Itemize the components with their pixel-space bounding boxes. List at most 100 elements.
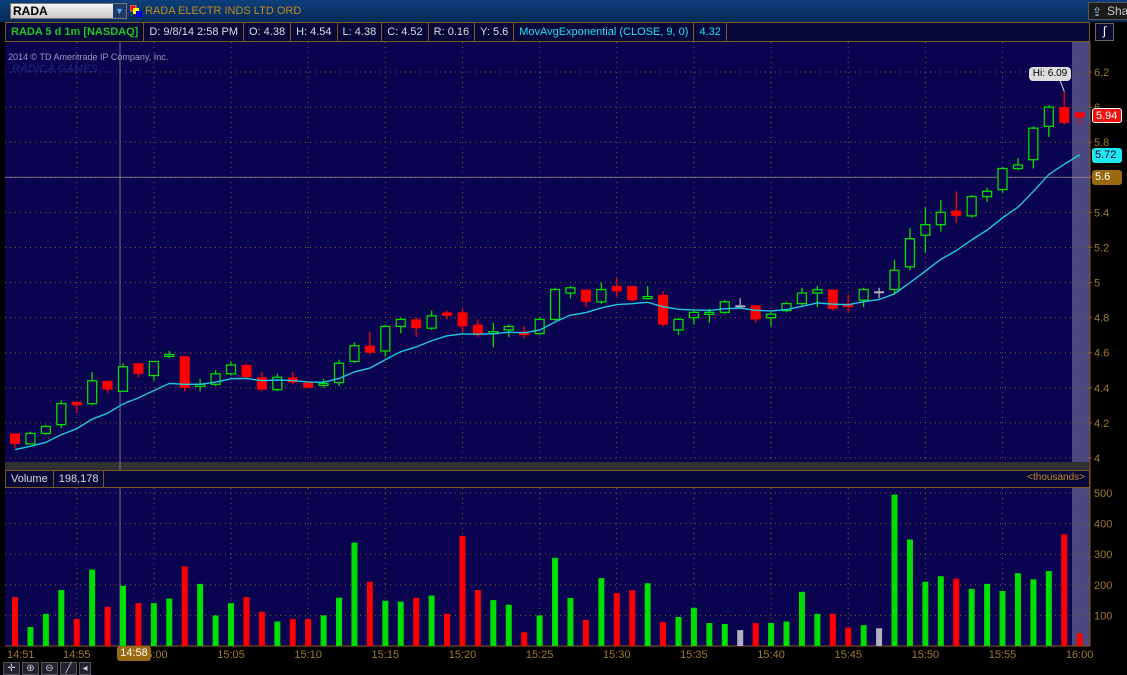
candle bbox=[241, 363, 252, 380]
zoom-out-icon[interactable]: ⊖ bbox=[41, 662, 58, 675]
candle-body bbox=[164, 353, 175, 358]
volume-bar bbox=[1061, 534, 1068, 646]
candle-body bbox=[1012, 164, 1024, 170]
volume-bar bbox=[953, 578, 960, 646]
candle-body bbox=[179, 356, 190, 388]
candle-body bbox=[627, 286, 638, 301]
candle bbox=[781, 301, 792, 313]
candle-body bbox=[796, 292, 808, 305]
volume-bar bbox=[12, 597, 18, 646]
volume-bar bbox=[243, 597, 250, 646]
candle-body bbox=[765, 313, 777, 319]
price-tick-label: 4.6 bbox=[1094, 348, 1109, 360]
volume-bar bbox=[613, 593, 620, 646]
candle-body bbox=[874, 291, 885, 294]
volume-bar bbox=[644, 583, 651, 646]
candle bbox=[534, 317, 545, 336]
candle-body bbox=[750, 305, 761, 320]
candle-body bbox=[642, 295, 653, 300]
candle-body bbox=[349, 345, 360, 363]
candle-body bbox=[256, 377, 267, 390]
volume-bar bbox=[1076, 633, 1083, 646]
candle-body bbox=[812, 288, 823, 294]
candle-body bbox=[981, 190, 993, 198]
candle-body bbox=[457, 312, 468, 327]
ema-value-badge: 5.72 bbox=[1092, 148, 1122, 163]
volume-bar bbox=[906, 539, 913, 646]
price-tick-label: 5.4 bbox=[1094, 207, 1109, 219]
candle-body bbox=[735, 305, 746, 308]
volume-bar bbox=[351, 542, 358, 646]
time-tick-label: 14:55 bbox=[63, 649, 91, 661]
volume-bar bbox=[922, 581, 929, 646]
future-area-shade-volume bbox=[1072, 488, 1090, 646]
candle-body bbox=[117, 366, 129, 392]
candle-body bbox=[87, 380, 98, 405]
candle-body bbox=[704, 311, 715, 316]
volume-units: <thousands> bbox=[1027, 472, 1085, 483]
candle-body bbox=[549, 288, 561, 321]
volume-bar bbox=[150, 603, 157, 646]
time-tick-label: 15:10 bbox=[294, 649, 322, 661]
price-tick-label: 5 bbox=[1094, 278, 1100, 290]
candle-body bbox=[148, 360, 160, 377]
time-tick-label: 15:40 bbox=[757, 649, 785, 661]
candle-body bbox=[1059, 107, 1070, 123]
volume-tick-label: 400 bbox=[1094, 519, 1112, 531]
candle-body bbox=[1043, 106, 1054, 128]
candle bbox=[658, 291, 669, 327]
future-area-shade bbox=[1072, 42, 1090, 462]
candle-body bbox=[442, 312, 453, 316]
cursor-price-badge: 5.6 bbox=[1092, 170, 1122, 185]
time-tick-label: 15:15 bbox=[372, 649, 400, 661]
chart-canvas[interactable]: 6.265.85.65.45.254.84.64.44.245004003002… bbox=[0, 0, 1127, 675]
candle bbox=[966, 194, 977, 218]
volume-bar bbox=[660, 622, 667, 646]
volume-bar bbox=[382, 600, 389, 646]
volume-bar bbox=[444, 613, 451, 646]
volume-bar bbox=[737, 630, 744, 646]
volume-bar bbox=[582, 619, 589, 646]
candle-body bbox=[133, 363, 144, 374]
volume-bar bbox=[27, 627, 34, 646]
volume-bar bbox=[752, 623, 759, 646]
volume-tick-label: 300 bbox=[1094, 549, 1112, 561]
volume-bar bbox=[552, 557, 559, 646]
volume-bar bbox=[1030, 579, 1037, 646]
volume-bar bbox=[58, 590, 65, 646]
volume-bar bbox=[690, 607, 697, 646]
volume-bar bbox=[876, 628, 883, 646]
candle-body bbox=[411, 319, 422, 329]
candle bbox=[333, 359, 345, 387]
candle-body bbox=[40, 425, 52, 435]
volume-bar bbox=[274, 621, 281, 646]
candle-body bbox=[858, 288, 869, 301]
candle-body bbox=[688, 311, 700, 319]
crosshair-icon[interactable]: ✛ bbox=[3, 662, 20, 675]
draw-line-icon[interactable]: ╱ bbox=[60, 662, 77, 675]
candle-body bbox=[580, 289, 591, 302]
time-tick-label: 15:30 bbox=[603, 649, 631, 661]
price-tick-label: 4.4 bbox=[1094, 383, 1109, 395]
volume-bar bbox=[135, 603, 142, 646]
volume-bar bbox=[459, 535, 466, 646]
cursor-time-badge: 14:58 bbox=[117, 646, 151, 661]
volume-bar bbox=[984, 583, 991, 646]
zoom-in-icon[interactable]: ⊕ bbox=[22, 662, 39, 675]
volume-bar bbox=[474, 590, 481, 646]
volume-bar bbox=[1045, 571, 1052, 646]
candle-body bbox=[1074, 112, 1085, 118]
scroll-left-icon[interactable]: ◂ bbox=[79, 662, 91, 675]
volume-bar bbox=[89, 569, 96, 646]
candle-body bbox=[225, 364, 237, 375]
copyright-text: 2014 © TD Ameritrade IP Company, Inc. bbox=[8, 52, 169, 62]
volume-bar bbox=[999, 590, 1006, 646]
price-tick-label: 4 bbox=[1094, 453, 1100, 465]
bottom-toolbar: ✛ ⊕ ⊖ ╱ ◂ bbox=[0, 662, 1127, 675]
time-tick-label: 15:20 bbox=[449, 649, 477, 661]
candle-body bbox=[889, 269, 900, 291]
candle-body bbox=[997, 167, 1008, 191]
candle bbox=[719, 300, 730, 315]
candle-body bbox=[658, 294, 669, 325]
candle bbox=[549, 287, 561, 322]
